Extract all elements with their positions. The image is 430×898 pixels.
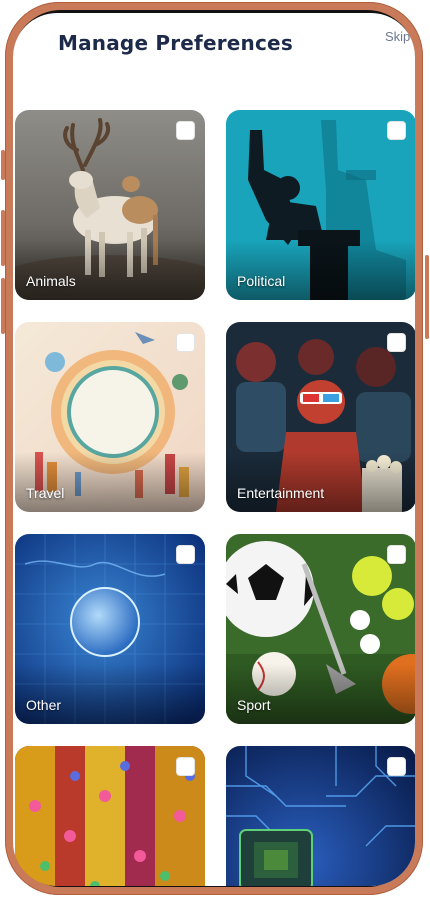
select-checkbox[interactable] [387,121,406,140]
category-tile-animals[interactable]: Animals [15,110,205,300]
category-label: Sport [237,697,271,713]
category-tile-other[interactable]: Other [15,534,205,724]
category-tile-travel[interactable]: Travel [15,322,205,512]
tile-shade [226,664,415,724]
category-label: Entertainment [237,485,325,501]
category-tile-technology[interactable] [226,746,415,886]
select-checkbox[interactable] [387,333,406,352]
select-checkbox[interactable] [176,545,195,564]
category-label: Animals [26,273,76,289]
category-tile-festival[interactable] [15,746,205,886]
tile-shade [226,240,415,300]
power-button [425,255,429,339]
app-screen: Manage Preferences Skip Animals Politica… [13,13,415,886]
select-checkbox[interactable] [176,121,195,140]
select-checkbox[interactable] [176,757,195,776]
select-checkbox[interactable] [387,545,406,564]
page-title: Manage Preferences [58,31,293,55]
category-tile-sport[interactable]: Sport [226,534,415,724]
tile-shade [15,240,205,300]
select-checkbox[interactable] [176,333,195,352]
category-label: Political [237,273,286,289]
select-checkbox[interactable] [387,757,406,776]
tile-shade [15,452,205,512]
category-tile-political[interactable]: Political [226,110,415,300]
category-label: Travel [26,485,65,501]
tile-shade [15,664,205,724]
category-tile-entertainment[interactable]: Entertainment [226,322,415,512]
category-label: Other [26,697,62,713]
tile-shade [226,452,415,512]
skip-button[interactable]: Skip [385,29,410,44]
